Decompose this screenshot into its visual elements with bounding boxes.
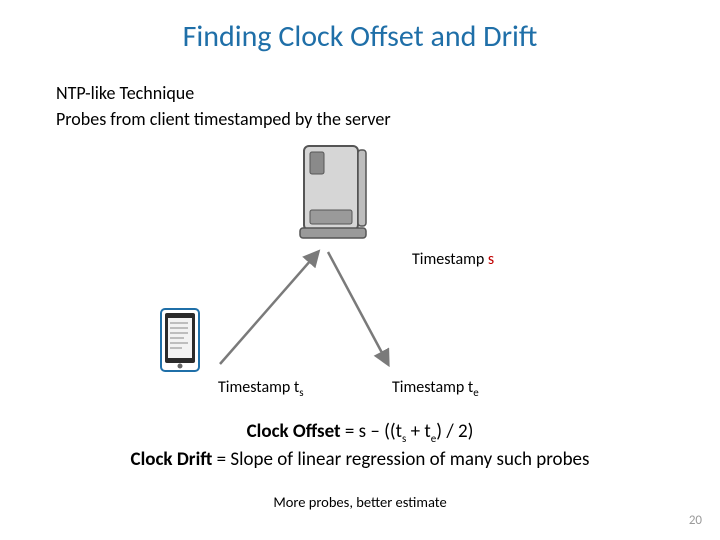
timestamp-prefix: Timestamp (412, 250, 488, 269)
timestamp-s-var: s (488, 250, 494, 269)
clock-drift-formula: Clock Drift = Slope of linear regression… (0, 448, 720, 471)
timestamp-ts-label: Timestamp ts (218, 378, 304, 399)
footnote: More probes, better estimate (0, 493, 720, 511)
slide-title: Finding Clock Offset and Drift (0, 0, 720, 55)
page-number: 20 (689, 513, 702, 528)
clock-offset-formula: Clock Offset = s – ((ts + te) / 2) (0, 420, 720, 445)
phone-icon (160, 308, 200, 377)
timestamp-s-label: Timestamp s (412, 250, 494, 269)
subtitle-line-1: NTP-like Technique (56, 82, 194, 104)
clock-drift-label: Clock Drift (131, 448, 213, 471)
timestamp-prefix: Timestamp (218, 378, 294, 397)
timestamp-te-sub: e (473, 386, 478, 399)
server-icon (298, 140, 370, 247)
subtitle-line-2: Probes from client timestamped by the se… (56, 108, 391, 130)
arrows-icon (210, 246, 400, 381)
slide: Finding Clock Offset and Drift NTP-like … (0, 0, 720, 540)
clock-offset-label: Clock Offset (247, 420, 341, 443)
timestamp-ts-sub: s (299, 386, 303, 399)
timestamp-te-label: Timestamp te (392, 378, 479, 399)
timestamp-prefix: Timestamp (392, 378, 468, 397)
